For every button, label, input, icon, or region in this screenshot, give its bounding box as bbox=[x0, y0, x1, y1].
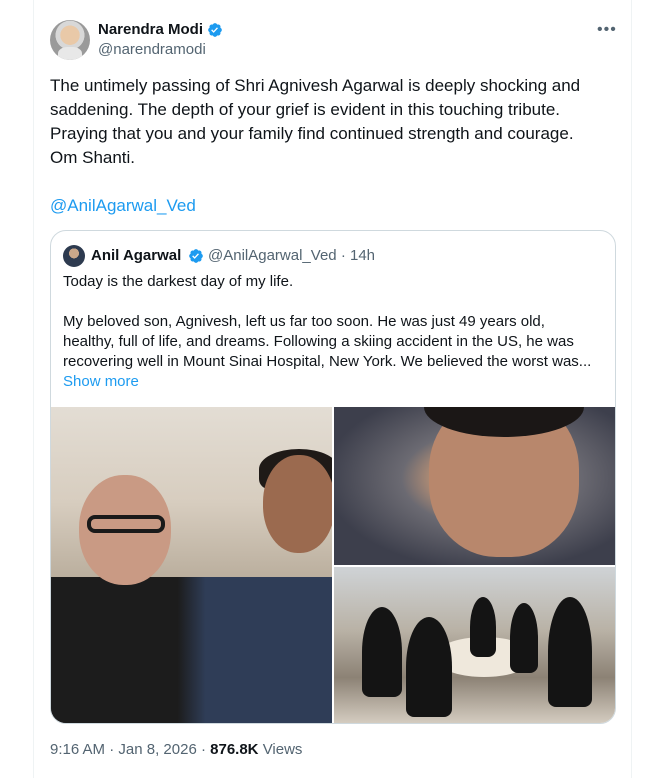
photo-person bbox=[548, 597, 592, 707]
tweet-text: The untimely passing of Shri Agnivesh Ag… bbox=[50, 76, 581, 167]
quoted-verified-badge-icon bbox=[189, 249, 203, 263]
photo-person bbox=[470, 597, 496, 657]
tweet-date[interactable]: Jan 8, 2026 bbox=[118, 741, 196, 758]
tweet: Narendra Modi @narendramodi ••• The unti… bbox=[34, 0, 631, 778]
show-more-link[interactable]: Show more bbox=[63, 372, 139, 392]
footer-separator: · bbox=[200, 741, 211, 758]
author-handle[interactable]: @narendramodi bbox=[98, 41, 206, 59]
media-grid bbox=[51, 407, 615, 723]
photo-jacket-shape bbox=[51, 577, 332, 723]
quoted-author-avatar[interactable] bbox=[63, 245, 85, 267]
photo-person bbox=[406, 617, 452, 717]
tweet-time[interactable]: 9:16 AM bbox=[50, 741, 105, 758]
quoted-tweet-text: Today is the darkest day of my life. My … bbox=[63, 273, 592, 370]
timeline-right-border bbox=[631, 0, 632, 778]
photo-3[interactable] bbox=[334, 567, 615, 723]
quoted-tweet[interactable]: Anil Agarwal @AnilAgarwal_Ved · 14h Toda… bbox=[50, 230, 616, 724]
footer-separator: · bbox=[109, 741, 119, 758]
author-avatar[interactable] bbox=[50, 20, 90, 60]
photo-person bbox=[362, 607, 402, 697]
verified-badge-icon bbox=[208, 23, 222, 37]
tweet-footer: 9:16 AM · Jan 8, 2026 · 876.8K Views bbox=[50, 740, 302, 760]
photo-glasses bbox=[87, 515, 165, 533]
more-horizontal-icon[interactable]: ••• bbox=[597, 22, 617, 38]
author-name[interactable]: Narendra Modi bbox=[98, 21, 203, 39]
photo-person bbox=[510, 603, 538, 673]
quoted-meta: @AnilAgarwal_Ved · 14h bbox=[208, 246, 375, 266]
views-count: 876.8K bbox=[210, 741, 259, 758]
photo-1[interactable] bbox=[51, 407, 332, 723]
photo-person-right bbox=[263, 455, 332, 553]
views-label: Views bbox=[262, 741, 303, 758]
quoted-timestamp[interactable]: 14h bbox=[350, 247, 375, 264]
quoted-author-name[interactable]: Anil Agarwal bbox=[91, 246, 181, 266]
photo-2[interactable] bbox=[334, 407, 615, 565]
quoted-author-handle[interactable]: @AnilAgarwal_Ved bbox=[208, 247, 337, 264]
meta-separator: · bbox=[340, 247, 346, 264]
mention-link[interactable]: @AnilAgarwal_Ved bbox=[50, 194, 196, 218]
